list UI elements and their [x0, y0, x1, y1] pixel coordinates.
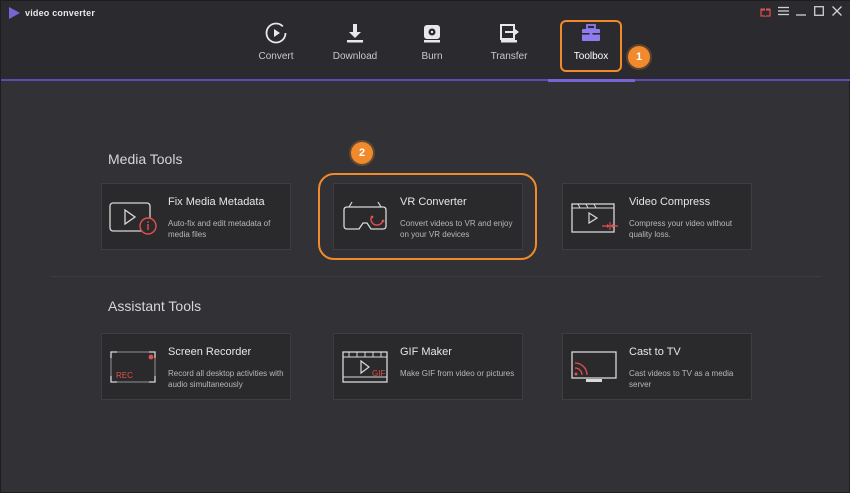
minimize-icon[interactable]	[795, 5, 807, 17]
card-desc: Record all desktop activities with audio…	[168, 369, 284, 389]
card-desc: Cast videos to TV as a media server	[629, 369, 734, 389]
card-title: Fix Media Metadata	[168, 196, 265, 208]
nav-download[interactable]: Download	[320, 19, 390, 62]
app-logo: video converter	[9, 7, 95, 19]
top-bar: video converter Convert Download Burn Tr…	[1, 1, 850, 81]
card-desc: Compress your video without quality loss…	[629, 219, 733, 239]
section-divider	[51, 276, 821, 277]
app-window: video converter Convert Download Burn Tr…	[0, 0, 850, 493]
logo-icon	[9, 7, 20, 19]
screen-recorder-icon: REC	[109, 348, 157, 386]
card-title: GIF Maker	[400, 346, 452, 358]
nav-download-label: Download	[332, 51, 378, 62]
nav-convert[interactable]: Convert	[241, 19, 311, 62]
close-icon[interactable]	[831, 5, 843, 17]
card-desc: Convert videos to VR and enjoy on your V…	[400, 219, 513, 239]
step-badge-1: 1	[628, 46, 650, 68]
nav-transfer[interactable]: Transfer	[474, 19, 544, 62]
metadata-icon	[109, 198, 157, 236]
nav-convert-label: Convert	[258, 51, 294, 62]
gif-maker-icon: GIF	[341, 348, 389, 386]
maximize-icon[interactable]	[813, 5, 825, 17]
menu-icon[interactable]	[777, 5, 789, 17]
gift-icon[interactable]	[759, 5, 771, 17]
transfer-icon	[474, 19, 544, 47]
media-tools-title: Media Tools	[108, 151, 183, 167]
card-desc: Auto-fix and edit metadata of media file…	[168, 219, 271, 239]
card-title: Video Compress	[629, 196, 711, 208]
cast-tv-icon	[570, 348, 618, 386]
nav-burn-label: Burn	[421, 51, 443, 62]
download-icon	[320, 19, 390, 47]
rec-badge: REC	[116, 371, 133, 380]
active-tab-indicator	[548, 79, 635, 82]
vr-headset-icon	[341, 198, 389, 236]
card-screen-recorder[interactable]: REC Screen Recorder Record all desktop a…	[101, 333, 291, 400]
main-nav: Convert Download Burn Transfer Toolbox	[1, 19, 850, 79]
burn-icon	[397, 19, 467, 47]
card-fix-media-metadata[interactable]: Fix Media Metadata Auto-fix and edit met…	[101, 183, 291, 250]
card-video-compress[interactable]: Video Compress Compress your video witho…	[562, 183, 752, 250]
nav-burn[interactable]: Burn	[397, 19, 467, 62]
card-vr-converter[interactable]: VR Converter Convert videos to VR and en…	[333, 183, 523, 250]
compress-icon	[570, 198, 618, 236]
nav-transfer-label: Transfer	[490, 51, 528, 62]
convert-icon	[241, 19, 311, 47]
card-title: Screen Recorder	[168, 346, 252, 358]
toolbox-highlight	[560, 20, 622, 72]
gif-badge: GIF	[372, 369, 385, 378]
card-title: VR Converter	[400, 196, 467, 208]
window-controls	[759, 5, 843, 17]
assistant-tools-title: Assistant Tools	[108, 298, 202, 314]
app-title: video converter	[25, 8, 96, 18]
step-badge-2: 2	[351, 142, 373, 164]
card-gif-maker[interactable]: GIF GIF Maker Make GIF from video or pic…	[333, 333, 523, 400]
card-title: Cast to TV	[629, 346, 681, 358]
card-desc: Make GIF from video or pictures	[400, 369, 515, 378]
card-cast-to-tv[interactable]: Cast to TV Cast videos to TV as a media …	[562, 333, 752, 400]
